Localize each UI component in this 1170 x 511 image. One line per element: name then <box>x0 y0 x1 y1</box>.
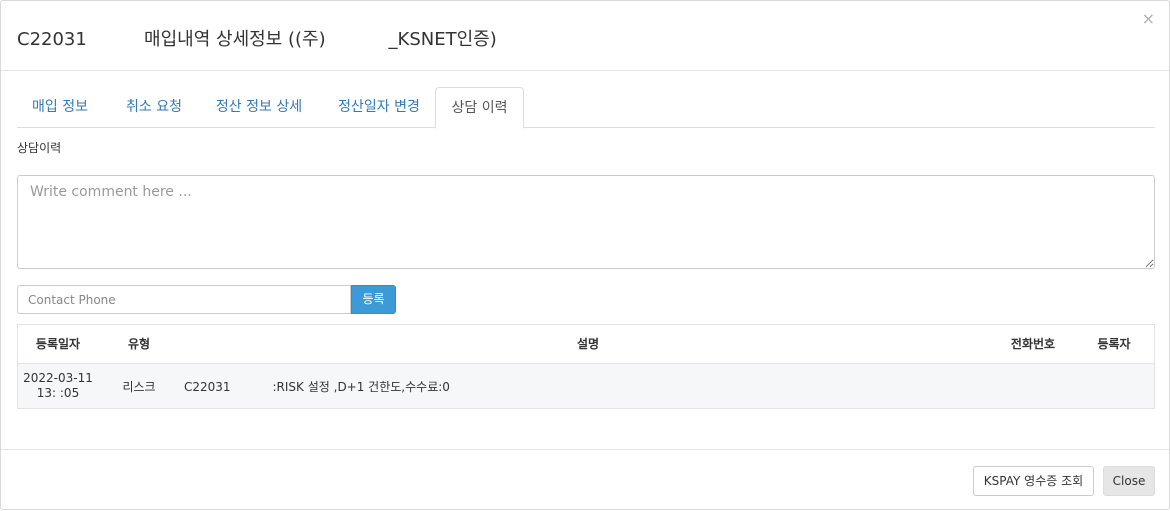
col-type-header: 유형 <box>127 337 151 351</box>
close-icon[interactable]: × <box>1142 9 1155 28</box>
row-date-time: 13: :05 <box>36 386 80 400</box>
row-date: 2022-03-11 13: :05 <box>18 371 98 401</box>
row-date-day: 2022-03-11 <box>23 371 93 385</box>
col-desc-header: 설명 <box>576 337 600 351</box>
close-button[interactable]: Close <box>1103 466 1155 496</box>
purchase-detail-modal: C22031 매입내역 상세정보 ((주) _KSNET인증) × 매입 정보 … <box>0 0 1170 510</box>
kspay-receipt-button[interactable]: KSPAY 영수증 조회 <box>973 466 1094 496</box>
tab-consult-history[interactable]: 상담 이력 <box>435 87 524 129</box>
modal-header: C22031 매입내역 상세정보 ((주) _KSNET인증) × <box>1 1 1169 71</box>
contact-phone-input[interactable] <box>17 285 351 314</box>
section-label: 상담이력 <box>17 141 62 155</box>
row-type: 리스크 <box>122 380 156 394</box>
col-date-header: 등록일자 <box>35 337 81 351</box>
comment-input[interactable] <box>17 175 1155 269</box>
modal-title: C22031 매입내역 상세정보 ((주) _KSNET인증) <box>17 29 497 50</box>
table-header: 등록일자 유형 설명 전화번호 등록자 <box>18 325 1154 364</box>
tab-bar: 매입 정보 취소 요청 정산 정보 상세 정산일자 변경 상담 이력 <box>17 87 1155 129</box>
register-button[interactable]: 등록 <box>351 285 396 314</box>
tab-cancel-request[interactable]: 취소 요청 <box>111 87 197 128</box>
tab-settlement-detail[interactable]: 정산 정보 상세 <box>203 87 315 128</box>
table-row: 2022-03-11 13: :05 리스크 C22031 :RISK 설정 ,… <box>18 364 1154 408</box>
col-registrant-header: 등록자 <box>1097 337 1131 351</box>
tab-purchase-info[interactable]: 매입 정보 <box>17 87 103 128</box>
row-description: C22031 :RISK 설정 ,D+1 건한도,수수료:0 <box>184 380 450 394</box>
col-phone-header: 전화번호 <box>1010 337 1056 351</box>
modal-footer: KSPAY 영수증 조회 Close <box>1 449 1169 511</box>
consult-history-table: 등록일자 유형 설명 전화번호 등록자 2022-03-11 13: :05 리… <box>17 324 1155 409</box>
tab-settlement-date-change[interactable]: 정산일자 변경 <box>323 87 435 128</box>
